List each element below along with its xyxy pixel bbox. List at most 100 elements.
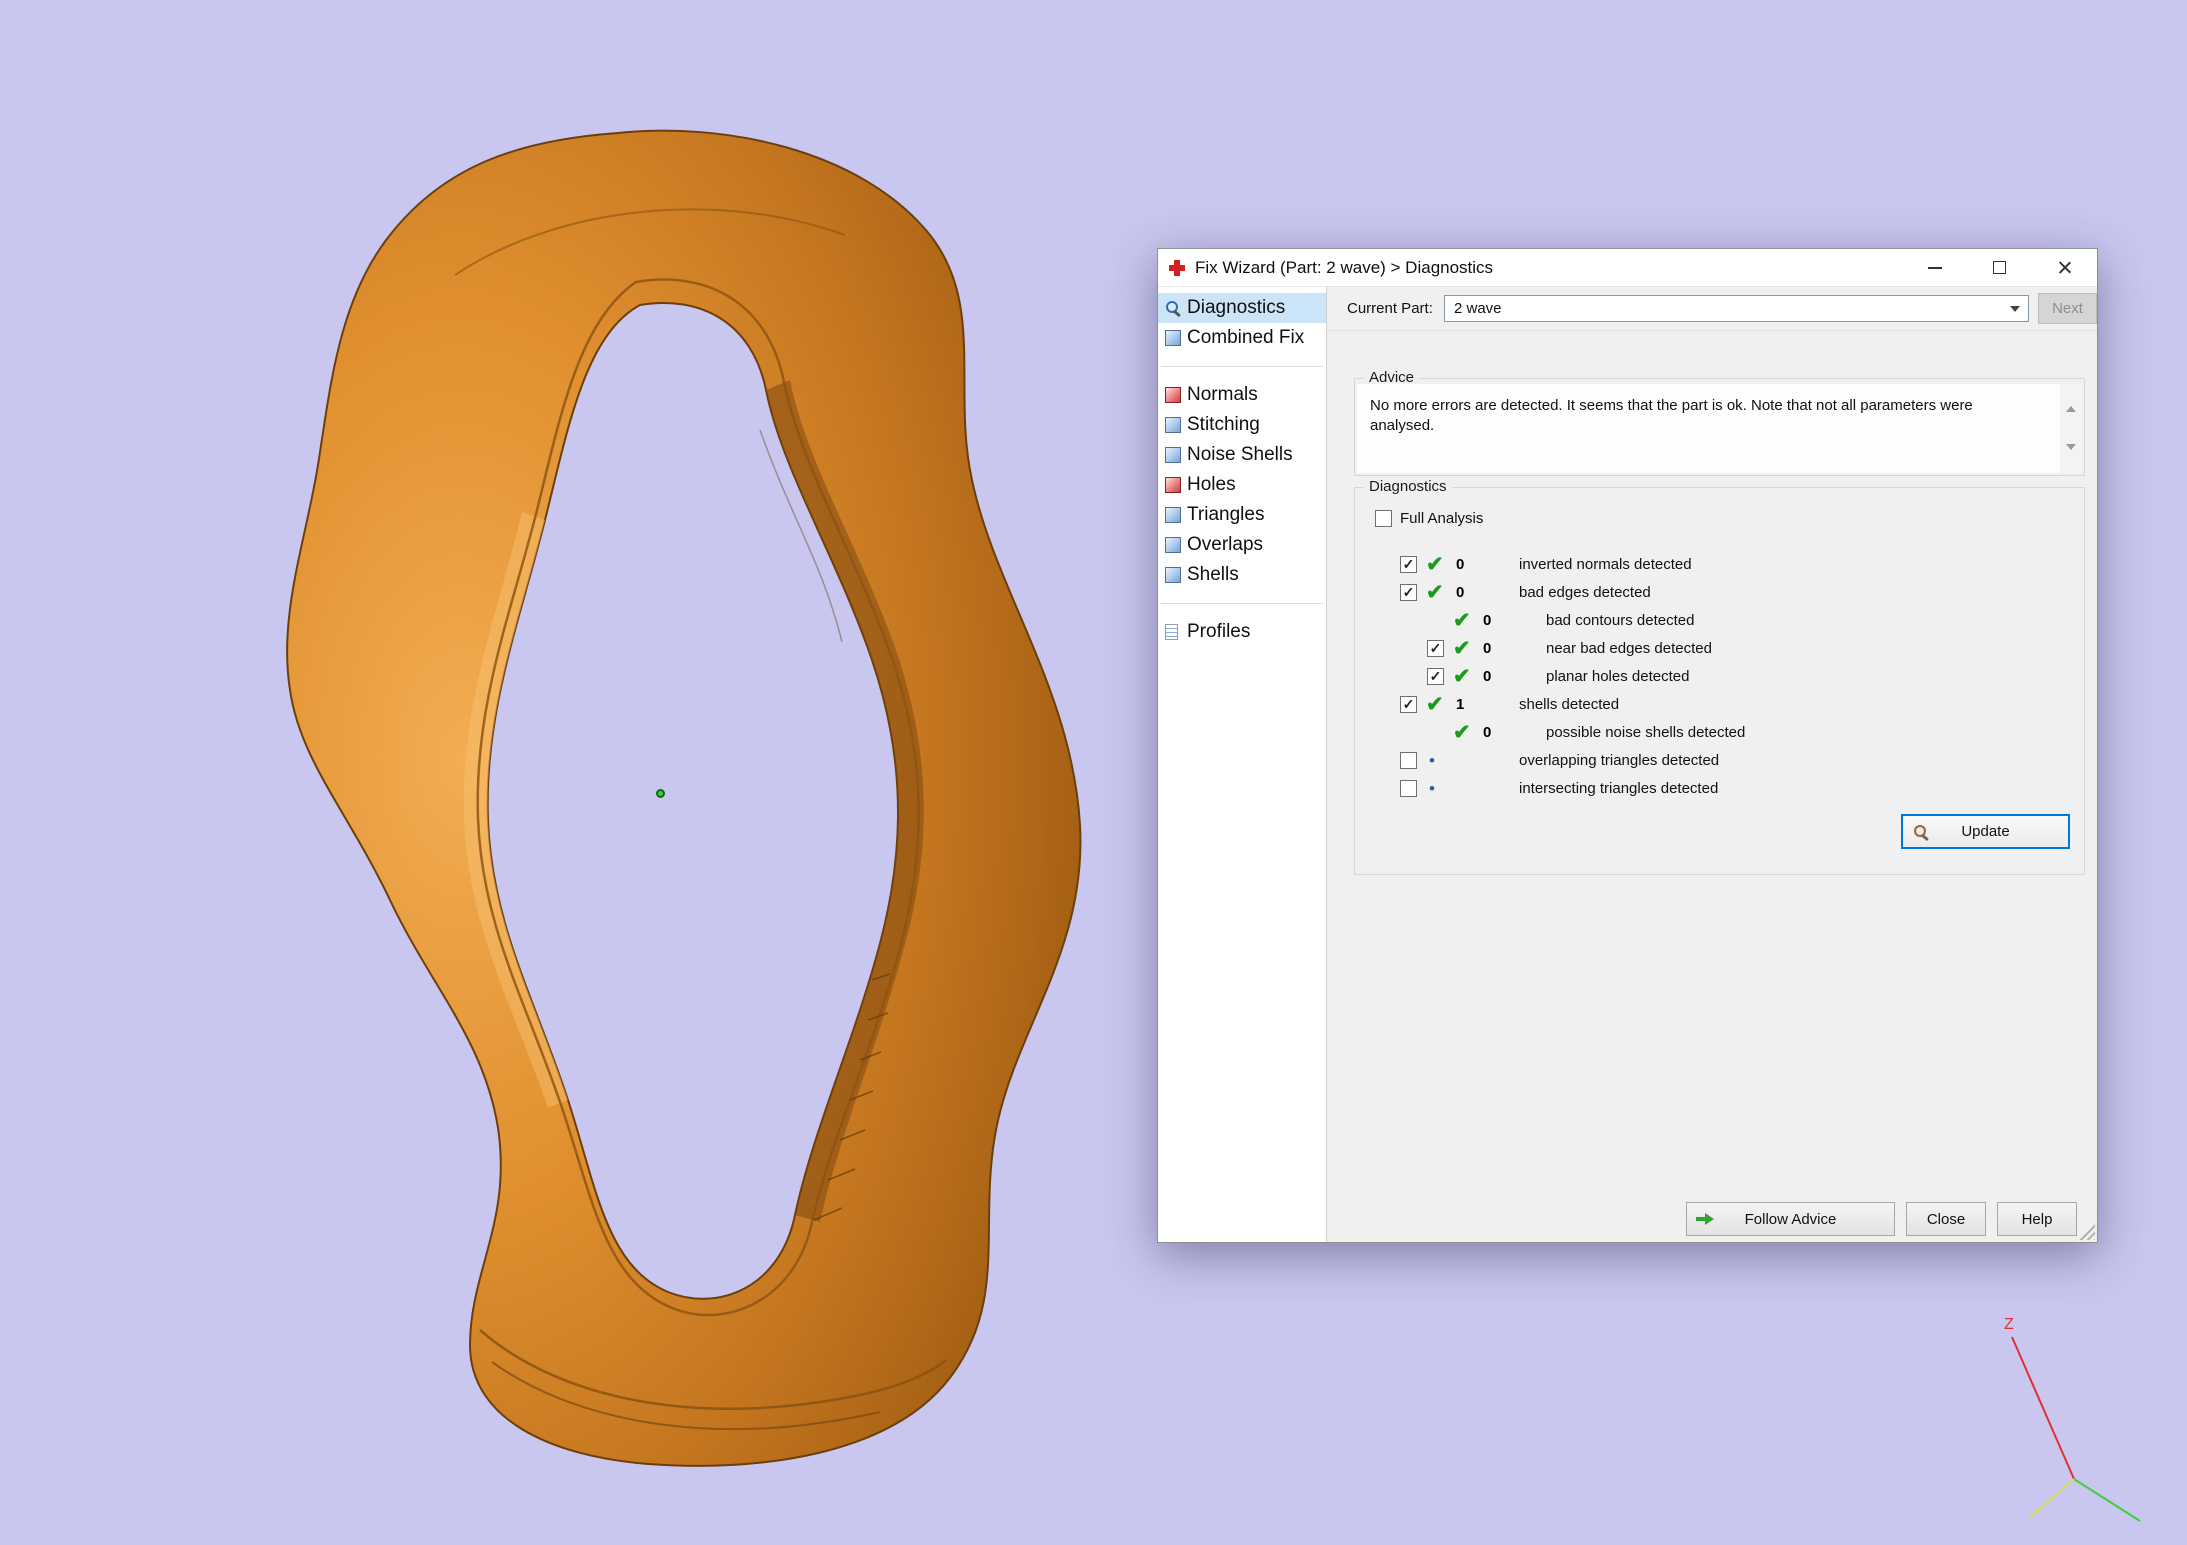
diagnostic-row: 0 planar holes detected [1427, 662, 2066, 690]
scroll-down-icon[interactable] [2066, 450, 2076, 468]
diagnostic-count: 0 [1483, 667, 1492, 685]
diagnostic-count: 1 [1456, 695, 1465, 713]
next-button-label: Next [2052, 300, 2083, 317]
orientation-axes: Z [2004, 1316, 2141, 1522]
sidebar-item-noise-shells[interactable]: Noise Shells [1158, 440, 1326, 470]
advice-groupbox: Advice No more errors are detected. It s… [1354, 369, 2085, 476]
resize-grip[interactable] [2078, 1223, 2095, 1240]
current-part-label: Current Part: [1347, 300, 1433, 317]
fix-wizard-cross-icon [1168, 259, 1186, 277]
diagnostic-label: possible noise shells detected [1546, 723, 1746, 741]
axis-z-label: Z [2004, 1316, 2014, 1333]
diagnostic-label: inverted normals detected [1519, 555, 1692, 573]
application-window: Z Fix Wizard (Part: 2 wave) > Diagnostic… [0, 0, 2187, 1545]
dialog-titlebar[interactable]: Fix Wizard (Part: 2 wave) > Diagnostics [1158, 249, 2097, 287]
checkbox-slot [1400, 695, 1426, 713]
diagnostic-row: 0 near bad edges detected [1427, 634, 2066, 662]
cube-icon [1165, 507, 1181, 523]
diagnostics-groupbox: Diagnostics Full Analysis 0 inverted norm… [1354, 478, 2085, 875]
diagnostic-checkbox[interactable] [1427, 667, 1444, 685]
diagnostic-checkbox[interactable] [1400, 751, 1417, 769]
sidebar-item-combined-fix[interactable]: Combined Fix [1158, 323, 1326, 353]
diagnostic-row: 0 bad edges detected [1400, 578, 2066, 606]
diagnostic-label: shells detected [1519, 695, 1620, 713]
next-button[interactable]: Next [2038, 293, 2097, 324]
full-analysis-label: Full Analysis [1400, 510, 1484, 527]
diagnostic-label: near bad edges detected [1546, 639, 1712, 657]
full-analysis-checkbox[interactable] [1375, 510, 1392, 527]
cube-red-icon [1165, 477, 1181, 493]
green-check-icon [1426, 582, 1456, 603]
sidebar-item-shells[interactable]: Shells [1158, 560, 1326, 590]
sidebar-item-label: Diagnostics [1187, 297, 1286, 318]
sidebar-item-label: Holes [1187, 474, 1236, 495]
follow-advice-button[interactable]: Follow Advice [1686, 1202, 1895, 1236]
checkbox-slot [1427, 639, 1453, 657]
cube-icon [1165, 417, 1181, 433]
sidebar-item-overlaps[interactable]: Overlaps [1158, 530, 1326, 560]
green-check-icon [1426, 694, 1456, 715]
diagnostic-label: overlapping triangles detected [1519, 751, 1720, 769]
diagnostic-checkbox[interactable] [1400, 583, 1417, 601]
advice-textarea: No more errors are detected. It seems th… [1357, 384, 2082, 473]
help-button-label: Help [2021, 1210, 2053, 1228]
update-button[interactable]: Update [1901, 814, 2070, 849]
diagnostic-count: 0 [1483, 611, 1492, 629]
green-check-icon [1453, 666, 1483, 687]
sidebar-separator [1161, 366, 1323, 367]
diagnostic-count: 0 [1483, 639, 1492, 657]
green-check-icon [1453, 610, 1483, 631]
scroll-up-icon[interactable] [2066, 389, 2076, 407]
dialog-main-panel: Current Part: 2 wave Next Advice No more… [1327, 287, 2097, 1242]
dialog-title: Fix Wizard (Part: 2 wave) > Diagnostics [1195, 257, 1494, 277]
pending-dot-icon [1426, 780, 1456, 797]
diagnostic-checkbox[interactable] [1400, 695, 1417, 713]
diagnostic-checkbox[interactable] [1400, 555, 1417, 573]
sidebar-item-profiles[interactable]: Profiles [1158, 617, 1326, 647]
checkbox-slot [1400, 751, 1426, 769]
green-check-icon [1453, 722, 1483, 743]
cube-red-icon [1165, 387, 1181, 403]
sidebar-item-diagnostics[interactable]: Diagnostics [1158, 293, 1326, 323]
diagnostic-row: 0 possible noise shells detected [1427, 718, 2066, 746]
sidebar-item-label: Stitching [1187, 414, 1260, 435]
current-part-value: 2 wave [1454, 300, 1502, 317]
green-check-icon [1453, 638, 1483, 659]
diagnostic-checkbox[interactable] [1400, 779, 1417, 797]
origin-point [656, 789, 665, 798]
diagnostic-row: 0 inverted normals detected [1400, 550, 2066, 578]
sidebar-item-label: Normals [1187, 384, 1258, 405]
sidebar-item-label: Shells [1187, 564, 1239, 585]
advice-scrollbar[interactable] [2060, 384, 2082, 473]
checkbox-slot [1427, 667, 1453, 685]
full-analysis-option: Full Analysis [1375, 510, 1483, 527]
close-button[interactable]: Close [1906, 1202, 1986, 1236]
help-button[interactable]: Help [1997, 1202, 2077, 1236]
diagnostics-legend: Diagnostics [1364, 478, 1452, 495]
diagnostic-row: intersecting triangles detected [1400, 774, 2066, 802]
sidebar-item-normals[interactable]: Normals [1158, 380, 1326, 410]
sidebar-item-label: Combined Fix [1187, 327, 1305, 348]
minimize-button[interactable] [1902, 249, 1967, 286]
advice-text: No more errors are detected. It seems th… [1370, 397, 1973, 435]
close-window-button[interactable] [2032, 249, 2097, 286]
diagnostics-rows: 0 inverted normals detected 0 bad edges det… [1400, 550, 2066, 802]
diagnostic-row: 1 shells detected [1400, 690, 2066, 718]
sidebar-item-stitching[interactable]: Stitching [1158, 410, 1326, 440]
magnifier-icon [1165, 300, 1181, 316]
cube-icon [1165, 537, 1181, 553]
diagnostic-label: intersecting triangles detected [1519, 779, 1719, 797]
current-part-dropdown[interactable]: 2 wave [1444, 295, 2029, 322]
diagnostic-checkbox[interactable] [1427, 639, 1444, 657]
green-arrow-icon [1696, 1213, 1714, 1225]
checkbox-slot [1400, 555, 1426, 573]
checkbox-slot [1400, 583, 1426, 601]
maximize-button[interactable] [1967, 249, 2032, 286]
sidebar-separator [1161, 603, 1323, 604]
sidebar-item-triangles[interactable]: Triangles [1158, 500, 1326, 530]
cube-icon [1165, 447, 1181, 463]
fix-wizard-dialog: Fix Wizard (Part: 2 wave) > Diagnostics … [1157, 248, 2098, 1243]
sidebar-item-holes[interactable]: Holes [1158, 470, 1326, 500]
chevron-down-icon [2002, 296, 2028, 321]
update-button-label: Update [1961, 823, 2010, 840]
